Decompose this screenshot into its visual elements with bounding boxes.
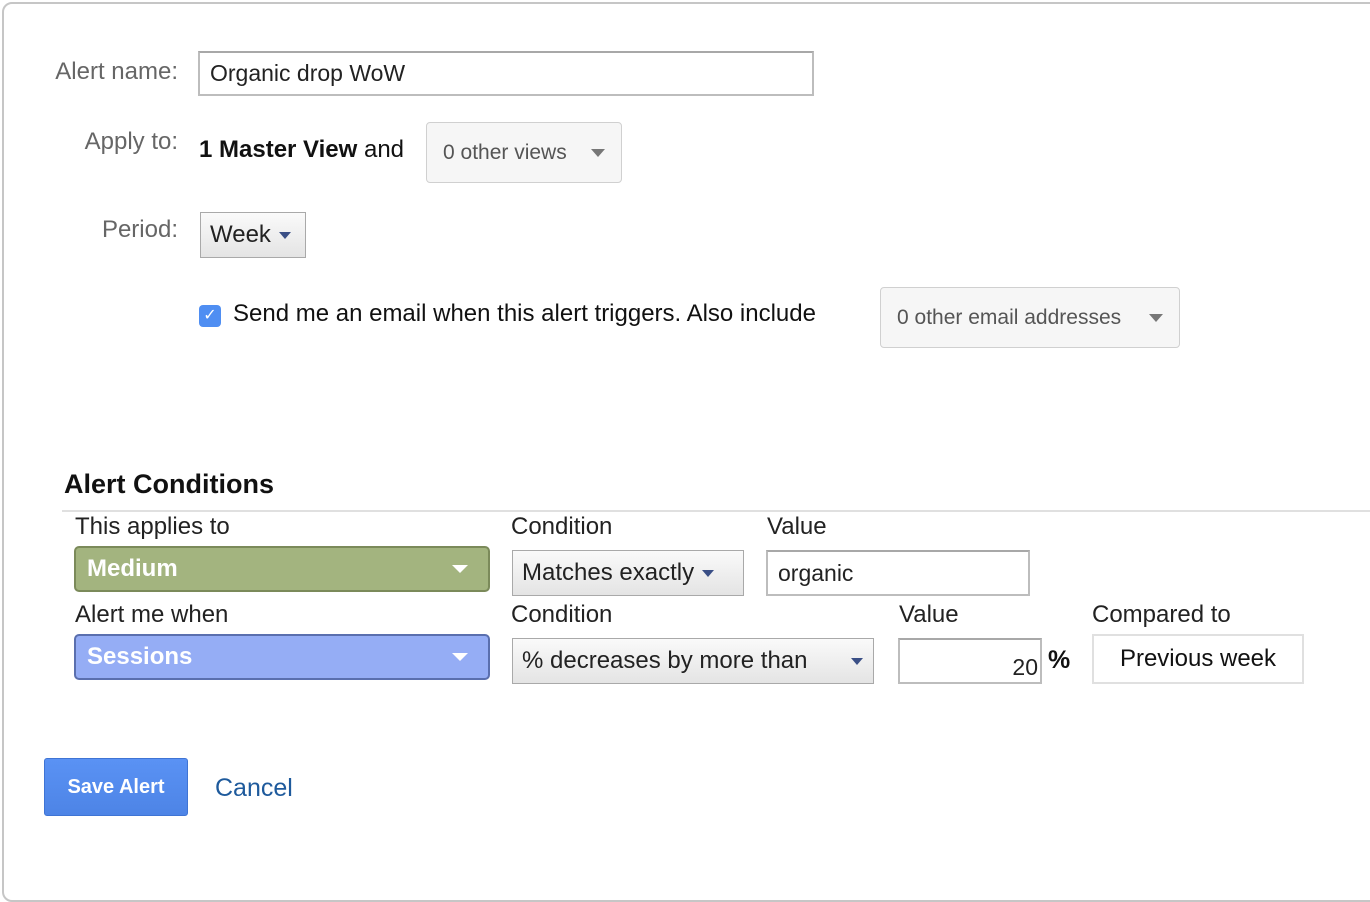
other-views-label: 0 other views — [443, 140, 567, 164]
period-select[interactable]: Week — [200, 212, 306, 258]
percent-unit: % — [1048, 646, 1071, 674]
cancel-link[interactable]: Cancel — [215, 774, 293, 803]
apply-to-and: and — [363, 136, 405, 163]
caret-down-icon — [452, 653, 468, 661]
metric-select[interactable]: Sessions — [74, 634, 490, 680]
compared-to-value[interactable]: Previous week — [1092, 634, 1304, 684]
caret-down-icon — [702, 569, 715, 577]
email-checkbox[interactable]: ✓ — [199, 305, 221, 327]
alert-name-input[interactable]: Organic drop WoW — [198, 51, 814, 96]
value-label-2: Value — [899, 601, 959, 628]
applies-to-label: This applies to — [75, 513, 230, 540]
period-value: Week — [210, 221, 271, 248]
period-label: Period: — [101, 216, 178, 243]
caret-down-icon — [591, 148, 605, 157]
value-input-2[interactable]: 20 — [898, 638, 1042, 684]
caret-down-icon — [452, 565, 468, 573]
master-view-name: 1 Master View — [199, 136, 358, 163]
caret-down-icon — [1149, 313, 1163, 322]
save-alert-button[interactable]: Save Alert — [44, 758, 188, 816]
condition-select-2[interactable]: % decreases by more than — [512, 638, 874, 684]
apply-to-label: Apply to: — [84, 128, 178, 155]
value-input-1[interactable]: organic — [766, 550, 1030, 596]
alert-conditions-title: Alert Conditions — [64, 469, 274, 499]
apply-to-text: 1 Master View and — [199, 136, 404, 164]
caret-down-icon — [278, 231, 291, 239]
value-label-1: Value — [767, 513, 827, 540]
condition-label-1: Condition — [511, 513, 613, 540]
condition-select-1[interactable]: Matches exactly — [512, 550, 744, 596]
divider — [62, 510, 1370, 512]
caret-down-icon — [851, 657, 863, 665]
dimension-select[interactable]: Medium — [74, 546, 490, 592]
dimension-value: Medium — [87, 555, 178, 582]
condition-value-1: Matches exactly — [522, 559, 695, 586]
other-views-dropdown[interactable]: 0 other views — [426, 122, 622, 183]
alert-name-label: Alert name: — [55, 58, 178, 85]
other-emails-label: 0 other email addresses — [897, 305, 1122, 329]
compared-to-label: Compared to — [1092, 601, 1231, 628]
other-emails-dropdown[interactable]: 0 other email addresses — [880, 287, 1180, 348]
alert-me-when-label: Alert me when — [75, 601, 229, 628]
email-text: Send me an email when this alert trigger… — [233, 300, 816, 327]
checkmark-icon: ✓ — [203, 307, 217, 324]
condition-value-2: % decreases by more than — [522, 647, 808, 674]
condition-label-2: Condition — [511, 601, 613, 628]
metric-value: Sessions — [87, 643, 193, 670]
